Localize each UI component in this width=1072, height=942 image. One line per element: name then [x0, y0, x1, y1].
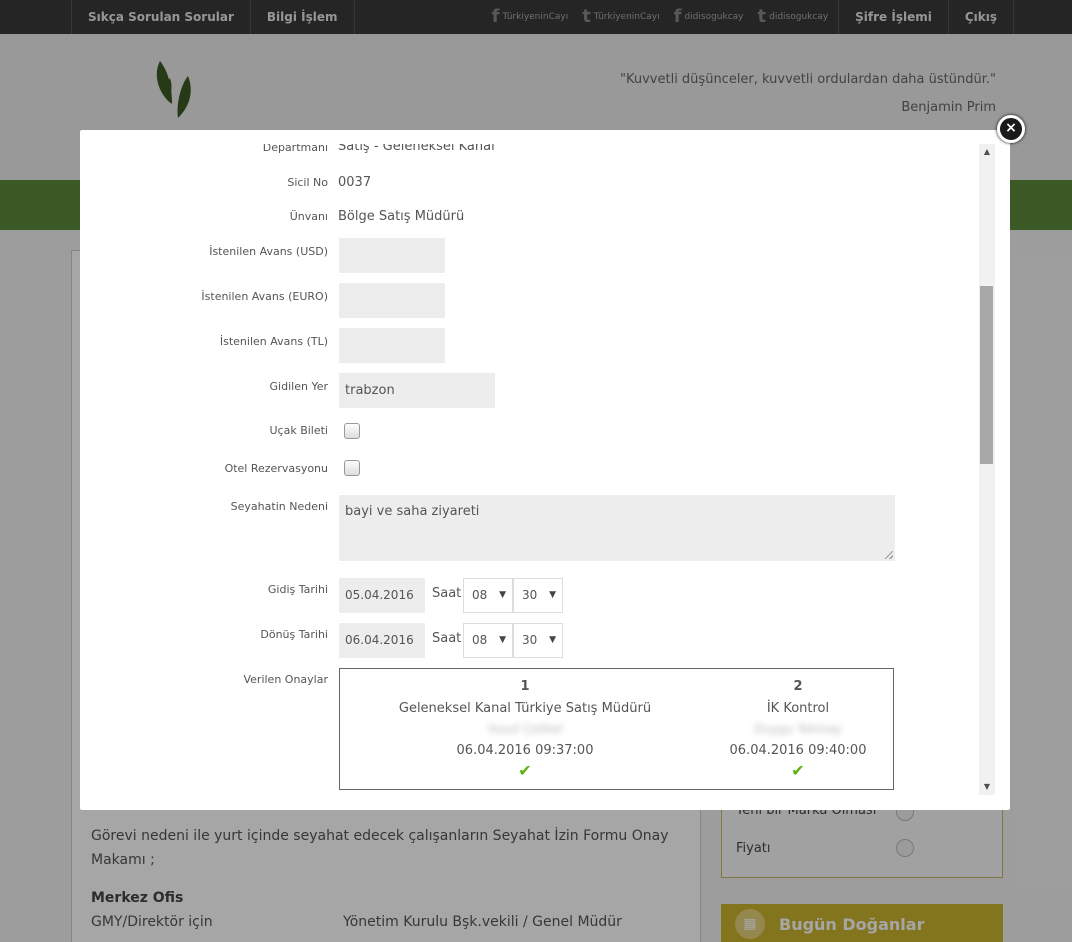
departure-date-input[interactable]: 05.04.2016 — [339, 578, 425, 613]
select-value: 08 — [472, 588, 488, 602]
approval-step-2: 2 İK Kontrol Duygu Tekinay 06.04.2016 09… — [715, 669, 881, 780]
field-value: Bölge Satış Müdürü — [338, 209, 465, 224]
field-label: Uçak Bileti — [269, 424, 328, 437]
time-label: Saat — [432, 631, 462, 646]
modal-scrollbar[interactable]: ▲ ▼ — [979, 144, 995, 795]
resize-handle-icon[interactable] — [885, 551, 893, 559]
approval-number: 2 — [793, 679, 803, 694]
field-label: Dönüş Tarihi — [260, 628, 328, 641]
destination-input[interactable]: trabzon — [339, 373, 495, 408]
approval-title: İK Kontrol — [766, 701, 830, 716]
field-label: Departmanı — [262, 144, 328, 154]
approver-name: Duygu Tekinay — [753, 722, 842, 736]
travel-request-modal: Departmanı Satış - Geleneksel Kanal Sici… — [80, 130, 1010, 810]
hotel-reservation-checkbox[interactable] — [344, 460, 360, 476]
field-label: Sicil No — [287, 176, 328, 189]
scrollbar-thumb[interactable] — [980, 286, 993, 464]
flight-ticket-checkbox[interactable] — [344, 423, 360, 439]
select-value: 08 — [472, 633, 488, 647]
textarea-value: bayi ve saha ziyareti — [345, 504, 480, 519]
field-value: 0037 — [338, 175, 372, 190]
avans-tl-input[interactable] — [339, 328, 445, 363]
field-label: Otel Rezervasyonu — [224, 462, 328, 475]
travel-reason-textarea[interactable]: bayi ve saha ziyareti — [339, 495, 895, 561]
field-label: Verilen Onaylar — [243, 673, 328, 686]
field-label: Seyahatin Nedeni — [230, 500, 328, 513]
avans-usd-input[interactable] — [339, 238, 445, 273]
field-label: Ünvanı — [289, 210, 328, 223]
return-minute-select[interactable]: 30 ▼ — [513, 623, 563, 658]
chevron-down-icon: ▼ — [499, 635, 506, 645]
chevron-down-icon: ▼ — [499, 590, 506, 600]
return-hour-select[interactable]: 08 ▼ — [463, 623, 513, 658]
approval-timestamp: 06.04.2016 09:37:00 — [456, 743, 594, 758]
field-label: İstenilen Avans (USD) — [209, 245, 328, 258]
select-value: 30 — [522, 588, 538, 602]
departure-minute-select[interactable]: 30 ▼ — [513, 578, 563, 613]
approvals-table: 1 Geleneksel Kanal Türkiye Satış Müdürü … — [339, 668, 894, 790]
approval-step-1: 1 Geleneksel Kanal Türkiye Satış Müdürü … — [380, 669, 670, 780]
approver-name: Yusuf Çelikel — [487, 722, 563, 736]
return-date-input[interactable]: 06.04.2016 — [339, 623, 425, 658]
field-label: Gidiş Tarihi — [267, 583, 328, 596]
field-label: İstenilen Avans (TL) — [219, 335, 328, 348]
checkmark-icon: ✔ — [791, 761, 805, 780]
departure-hour-select[interactable]: 08 ▼ — [463, 578, 513, 613]
approval-timestamp: 06.04.2016 09:40:00 — [729, 743, 867, 758]
scroll-down-icon[interactable]: ▼ — [979, 779, 995, 795]
close-icon[interactable]: × — [997, 115, 1025, 143]
field-label: İstenilen Avans (EURO) — [201, 290, 328, 303]
avans-euro-input[interactable] — [339, 283, 445, 318]
checkmark-icon: ✔ — [518, 761, 532, 780]
modal-content: Departmanı Satış - Geleneksel Kanal Sici… — [94, 144, 979, 795]
time-label: Saat — [432, 586, 462, 601]
approval-title: Geleneksel Kanal Türkiye Satış Müdürü — [398, 701, 652, 716]
chevron-down-icon: ▼ — [549, 635, 556, 645]
scroll-up-icon[interactable]: ▲ — [979, 144, 995, 160]
field-label: Gidilen Yer — [269, 380, 328, 393]
approval-number: 1 — [520, 679, 530, 694]
select-value: 30 — [522, 633, 538, 647]
chevron-down-icon: ▼ — [549, 590, 556, 600]
field-value: Satış - Geleneksel Kanal — [338, 144, 495, 154]
